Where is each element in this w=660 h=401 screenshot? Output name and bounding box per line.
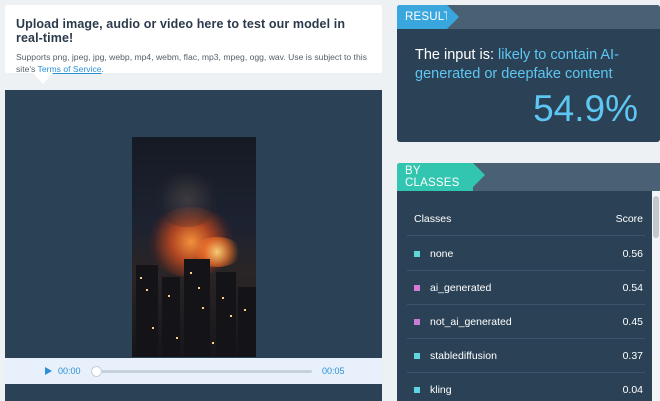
classes-tag: BY CLASSES: [397, 163, 485, 191]
class-row: none 0.56: [407, 237, 645, 271]
score-column-header: Score: [615, 213, 643, 225]
building: [184, 259, 210, 357]
building: [238, 287, 256, 357]
end-time: 00:05: [322, 366, 345, 376]
class-color-swatch: [414, 250, 420, 257]
class-name: none: [430, 247, 454, 260]
class-color-swatch: [414, 318, 420, 325]
class-score: 0.45: [622, 315, 643, 328]
class-color-swatch: [414, 284, 420, 291]
window-light: [146, 289, 148, 291]
class-color-swatch: [414, 386, 420, 393]
building: [216, 272, 236, 357]
result-score: 54.9%: [533, 88, 638, 129]
class-name: stablediffusion: [430, 349, 497, 362]
seek-thumb[interactable]: [91, 365, 102, 377]
window-light: [168, 295, 170, 297]
classes-column-header: Classes: [414, 213, 452, 225]
class-row: kling 0.04: [407, 373, 645, 401]
window-light: [176, 337, 178, 339]
classes-table-header: Classes Score: [407, 203, 645, 236]
video-frame[interactable]: [132, 137, 256, 357]
class-color-swatch: [414, 352, 420, 359]
window-light: [244, 309, 246, 311]
class-row: stablediffusion 0.37: [407, 339, 645, 373]
window-light: [140, 277, 142, 279]
smoke-cloud: [152, 172, 222, 227]
class-score: 0.37: [622, 349, 643, 362]
seek-bar[interactable]: [91, 365, 312, 377]
window-light: [152, 327, 154, 329]
window-light: [230, 315, 232, 317]
result-tag: RESULT: [397, 5, 459, 29]
class-name: ai_generated: [430, 281, 492, 294]
classes-scrollbar[interactable]: [652, 191, 660, 401]
play-icon[interactable]: [45, 367, 52, 375]
building: [162, 277, 180, 357]
window-light: [198, 287, 200, 289]
result-verdict: The input is: likely to contain AI-gener…: [415, 46, 647, 84]
class-score: 0.54: [622, 281, 643, 294]
result-panel: RESULT The input is: likely to contain A…: [397, 5, 660, 142]
window-light: [222, 297, 224, 299]
window-light: [212, 342, 214, 344]
class-name: kling: [430, 383, 452, 396]
window-light: [190, 272, 192, 274]
class-score: 0.04: [622, 383, 643, 396]
window-light: [202, 307, 204, 309]
class-row: not_ai_generated 0.45: [407, 305, 645, 339]
media-preview-panel: 00:00 00:05: [5, 90, 382, 401]
classes-panel: BY CLASSES Classes Score none 0.56 ai_gene…: [397, 163, 660, 401]
current-time: 00:00: [58, 366, 81, 376]
upload-subtitle: Supports png, jpeg, jpg, webp, mp4, webm…: [16, 52, 367, 74]
class-name: not_ai_generated: [430, 315, 512, 328]
upload-panel[interactable]: Upload image, audio or video here to tes…: [5, 5, 382, 74]
scrollbar-thumb[interactable]: [653, 196, 659, 238]
class-score: 0.56: [622, 247, 643, 260]
class-row: ai_generated 0.54: [407, 271, 645, 305]
result-prefix: The input is:: [415, 47, 499, 63]
media-controls: 00:00 00:05: [5, 358, 382, 384]
terms-of-service-link[interactable]: Terms of Service: [38, 64, 102, 74]
upload-title: Upload image, audio or video here to tes…: [16, 17, 346, 45]
upload-pointer: [33, 73, 53, 84]
